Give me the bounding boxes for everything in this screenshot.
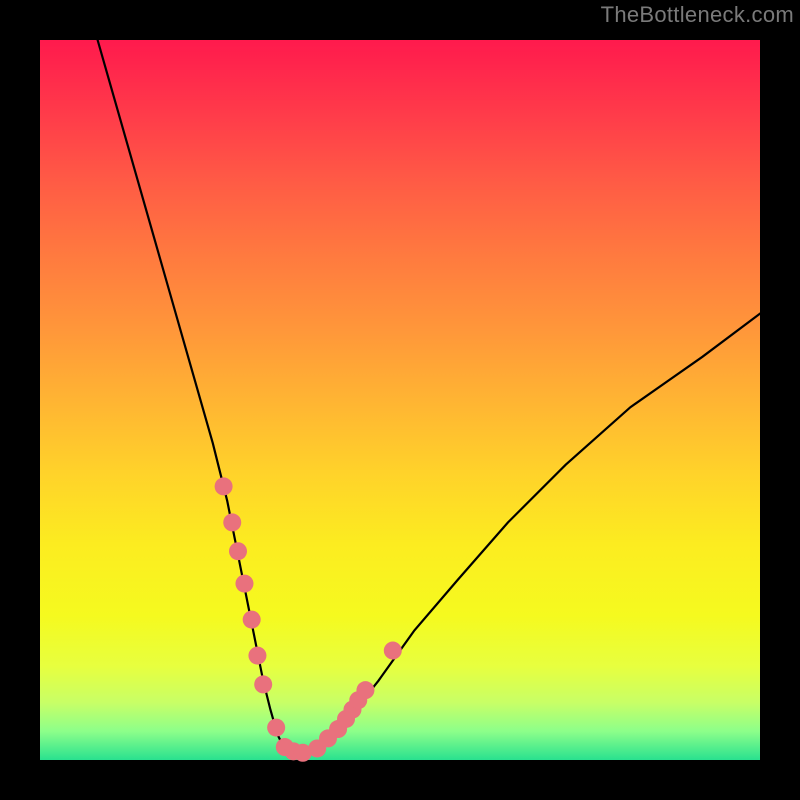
data-marker — [223, 513, 241, 531]
data-marker — [356, 681, 374, 699]
data-marker — [384, 642, 402, 660]
data-marker — [243, 611, 261, 629]
plot-area — [40, 40, 760, 760]
data-marker — [215, 477, 233, 495]
data-marker — [229, 542, 247, 560]
data-marker — [254, 675, 272, 693]
watermark-text: TheBottleneck.com — [601, 2, 794, 28]
data-marker — [267, 719, 285, 737]
data-marker — [248, 647, 266, 665]
chart-frame: TheBottleneck.com — [0, 0, 800, 800]
curve-svg — [40, 40, 760, 760]
data-marker — [235, 575, 253, 593]
marker-group — [215, 477, 402, 761]
bottleneck-curve — [98, 40, 760, 756]
